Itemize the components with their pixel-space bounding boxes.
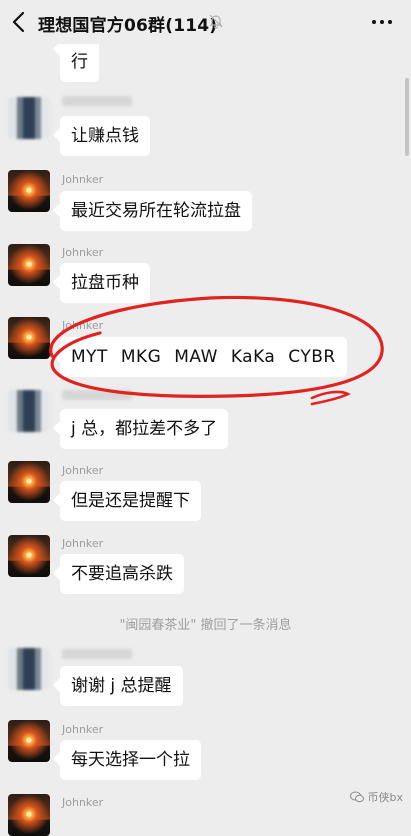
- sender-name: Johnker: [62, 173, 104, 186]
- sender-name-blurred: [62, 390, 132, 400]
- sender-name: Johnker: [62, 319, 104, 332]
- message-text: 最近交易所在轮流拉盘: [71, 201, 241, 221]
- message-text: 让赚点钱: [71, 126, 139, 146]
- message-bubble[interactable]: 但是还是提醒下: [60, 481, 201, 521]
- avatar[interactable]: [8, 97, 50, 139]
- message-text: MYT MKG MAW KaKa CYBR: [71, 347, 336, 367]
- chat-header: 理想国官方06群(114): [0, 0, 411, 44]
- sender-name: Johnker: [62, 796, 104, 809]
- sender-name-blurred: [62, 649, 132, 659]
- watermark-text: 币侠bx: [367, 791, 404, 804]
- wechat-icon: [349, 791, 364, 803]
- sender-name: Johnker: [62, 246, 104, 259]
- sender-name: Johnker: [62, 464, 104, 477]
- watermark: 币侠bx: [349, 789, 404, 805]
- avatar[interactable]: [8, 535, 50, 577]
- avatar[interactable]: [8, 794, 50, 836]
- avatar[interactable]: [8, 648, 50, 690]
- message-bubble[interactable]: 谢谢 j 总提醒: [60, 666, 183, 706]
- message-bubble[interactable]: 每天选择一个拉: [60, 740, 201, 780]
- sender-name: Johnker: [62, 537, 104, 550]
- chat-title: 理想国官方06群(114): [38, 16, 218, 36]
- message-bubble[interactable]: 拉盘币种: [60, 263, 150, 303]
- message-bubble[interactable]: 最近交易所在轮流拉盘: [60, 191, 252, 231]
- message-text: 行: [71, 52, 88, 72]
- recall-notice: "闽园春茶业" 撤回了一条消息: [119, 618, 292, 633]
- message-text: 拉盘币种: [71, 273, 139, 293]
- sender-name: Johnker: [62, 723, 104, 736]
- message-text: 每天选择一个拉: [71, 750, 190, 770]
- message-text: 不要追高杀跌: [71, 564, 173, 584]
- sender-name-blurred: [62, 96, 132, 106]
- chevron-left-icon[interactable]: [10, 10, 30, 34]
- avatar[interactable]: [8, 317, 50, 359]
- message-bubble[interactable]: MYT MKG MAW KaKa CYBR: [60, 337, 347, 377]
- message-bubble[interactable]: 不要追高杀跌: [60, 554, 184, 594]
- avatar[interactable]: [8, 461, 50, 503]
- message-bubble[interactable]: 让赚点钱: [60, 116, 150, 156]
- avatar[interactable]: [8, 170, 50, 212]
- message-text: 但是还是提醒下: [71, 491, 190, 511]
- avatar[interactable]: [8, 244, 50, 286]
- avatar[interactable]: [8, 720, 50, 762]
- message-text: j 总，都拉差不多了: [71, 419, 218, 439]
- scrollbar[interactable]: [405, 78, 409, 156]
- message-text: 谢谢 j 总提醒: [71, 676, 172, 696]
- bell-off-icon: [209, 14, 223, 29]
- message-bubble[interactable]: j 总，都拉差不多了: [60, 409, 229, 449]
- avatar[interactable]: [8, 390, 50, 432]
- more-dots-icon[interactable]: [371, 12, 393, 32]
